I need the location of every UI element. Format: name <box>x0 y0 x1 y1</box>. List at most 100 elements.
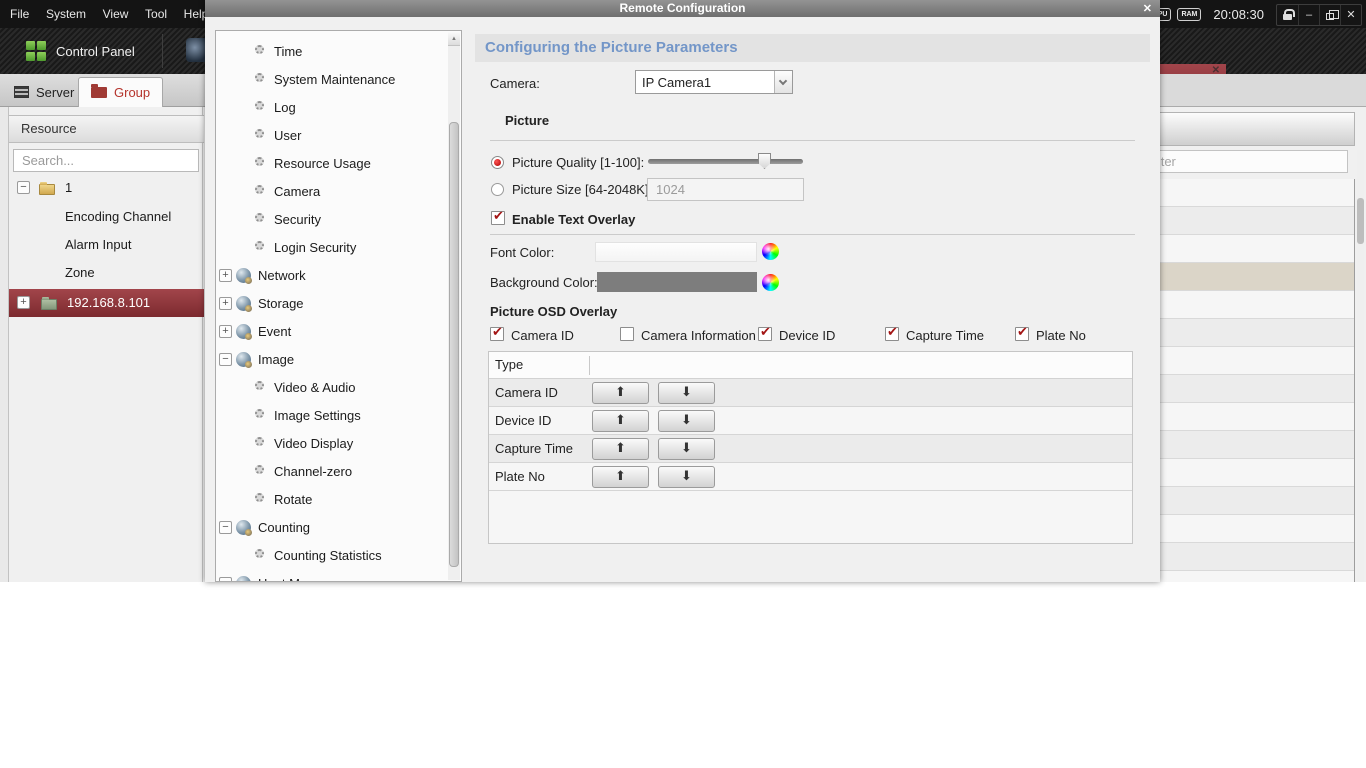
tab-server[interactable]: Server <box>2 77 86 107</box>
list-item[interactable] <box>1140 403 1354 431</box>
tab-group[interactable]: Group <box>78 77 163 107</box>
tree-item-encoding-channel[interactable]: Encoding Channel <box>9 203 204 231</box>
move-down-button[interactable]: ⬇ <box>658 466 715 488</box>
list-item[interactable] <box>1140 291 1354 319</box>
menu-view[interactable]: View <box>103 0 129 21</box>
dialog-tree-item-heat-map[interactable]: −Heat Map <box>216 570 446 582</box>
move-up-button[interactable]: ⬆ <box>592 382 649 404</box>
picture-size-radio[interactable] <box>491 183 504 196</box>
camera-id-checkbox[interactable]: ✔ <box>490 327 504 341</box>
picture-quality-slider[interactable] <box>648 159 803 164</box>
list-item[interactable] <box>1140 235 1354 263</box>
dialog-tree-item-video-audio[interactable]: Video & Audio <box>216 374 446 402</box>
camera-select[interactable]: IP Camera1 <box>635 70 793 94</box>
expand-icon[interactable]: + <box>17 296 30 309</box>
dialog-tree-item-log[interactable]: Log <box>216 94 446 122</box>
collapse-icon[interactable]: − <box>17 181 30 194</box>
dialog-tree-scrollbar-thumb[interactable] <box>449 122 459 567</box>
dialog-tree-item-login-security[interactable]: Login Security <box>216 234 446 262</box>
device-id-checkbox[interactable]: ✔ <box>758 327 772 341</box>
font-color-swatch[interactable] <box>595 242 757 262</box>
control-panel-button[interactable]: Control Panel <box>26 36 135 66</box>
dialog-tree-item-camera[interactable]: Camera <box>216 178 446 206</box>
move-down-button[interactable]: ⬇ <box>658 410 715 432</box>
dialog-tree-item-rotate[interactable]: Rotate <box>216 486 446 514</box>
plate-no-checkbox[interactable]: ✔ <box>1015 327 1029 341</box>
tree-item-device-selected[interactable]: + 192.168.8.101 <box>9 289 204 317</box>
picture-quality-radio[interactable] <box>491 156 504 169</box>
lock-button[interactable] <box>1277 5 1298 25</box>
right-table-column-header[interactable] <box>1140 112 1355 146</box>
background-color-swatch[interactable] <box>597 272 757 292</box>
capture-time-checkbox[interactable]: ✔ <box>885 327 899 341</box>
dialog-tree-item-channel-zero[interactable]: Channel-zero <box>216 458 446 486</box>
list-item[interactable] <box>1140 515 1354 543</box>
tree-item-alarm-input[interactable]: Alarm Input <box>9 231 204 259</box>
right-scrollbar-thumb[interactable] <box>1357 198 1364 244</box>
expand-icon[interactable]: + <box>219 325 232 338</box>
dialog-tree-item-label: System Maintenance <box>274 72 395 87</box>
dialog-tree-item-resource-usage[interactable]: Resource Usage <box>216 150 446 178</box>
tree-item-group[interactable]: − 1 <box>9 174 204 202</box>
column-divider[interactable] <box>589 356 590 375</box>
menu-tool[interactable]: Tool <box>145 0 167 21</box>
close-button[interactable]: ✕ <box>1340 5 1361 25</box>
move-down-button[interactable]: ⬇ <box>658 438 715 460</box>
expand-icon[interactable]: + <box>219 297 232 310</box>
dialog-tree-item-image[interactable]: −Image <box>216 346 446 374</box>
scroll-up-icon[interactable]: ▲ <box>448 32 460 46</box>
right-scrollbar[interactable] <box>1357 150 1364 582</box>
gear-icon <box>255 157 264 166</box>
background-color-picker-icon[interactable] <box>762 274 779 291</box>
picture-size-input[interactable]: 1024 <box>647 178 804 201</box>
move-up-button[interactable]: ⬆ <box>592 438 649 460</box>
dialog-tree-item-counting-statistics[interactable]: Counting Statistics <box>216 542 446 570</box>
move-down-button[interactable]: ⬇ <box>658 382 715 404</box>
tree-item-zone[interactable]: Zone <box>9 259 204 287</box>
dialog-tree-item-image-settings[interactable]: Image Settings <box>216 402 446 430</box>
restore-button[interactable] <box>1319 5 1340 25</box>
dialog-tree-item-time[interactable]: Time <box>216 38 446 66</box>
list-item[interactable] <box>1140 431 1354 459</box>
list-item[interactable] <box>1140 571 1354 582</box>
move-up-button[interactable]: ⬆ <box>592 466 649 488</box>
dialog-tree-item-counting[interactable]: −Counting <box>216 514 446 542</box>
collapse-icon[interactable]: − <box>219 521 232 534</box>
collapse-icon[interactable]: − <box>219 577 232 582</box>
minimize-button[interactable]: – <box>1298 5 1319 25</box>
list-item[interactable] <box>1140 375 1354 403</box>
dialog-tree-scrollbar[interactable]: ▲ <box>448 32 460 580</box>
dialog-tree-item-storage[interactable]: +Storage <box>216 290 446 318</box>
slider-thumb[interactable] <box>758 153 771 169</box>
move-up-button[interactable]: ⬆ <box>592 410 649 432</box>
gear-icon <box>255 549 264 558</box>
expand-icon[interactable]: + <box>219 269 232 282</box>
list-item-selected[interactable] <box>1140 263 1354 291</box>
list-item[interactable] <box>1140 207 1354 235</box>
filter-input[interactable]: Filter <box>1140 150 1348 173</box>
camera-information-checkbox[interactable] <box>620 327 634 341</box>
dialog-close-icon[interactable]: ✕ <box>1143 1 1152 17</box>
combo-dropdown-button[interactable] <box>774 71 792 93</box>
dialog-tree-item-system-maintenance[interactable]: System Maintenance <box>216 66 446 94</box>
list-item[interactable] <box>1140 319 1354 347</box>
search-input[interactable]: Search... <box>13 149 199 172</box>
font-color-picker-icon[interactable] <box>762 243 779 260</box>
list-item[interactable] <box>1140 179 1354 207</box>
menu-system[interactable]: System <box>46 0 86 21</box>
dialog-tree-item-security[interactable]: Security <box>216 206 446 234</box>
dialog-tree-item-label: Network <box>258 268 306 283</box>
osd-section-label: Picture OSD Overlay <box>490 304 617 319</box>
dialog-tree-item-video-display[interactable]: Video Display <box>216 430 446 458</box>
dialog-tree-item-network[interactable]: + Network <box>216 262 446 290</box>
enable-text-overlay-checkbox[interactable]: ✔ <box>491 211 505 225</box>
menu-file[interactable]: File <box>10 0 29 21</box>
list-item[interactable] <box>1140 487 1354 515</box>
dialog-titlebar[interactable]: Remote Configuration ✕ <box>205 0 1160 17</box>
dialog-tree-item-event[interactable]: +Event <box>216 318 446 346</box>
list-item[interactable] <box>1140 459 1354 487</box>
list-item[interactable] <box>1140 347 1354 375</box>
collapse-icon[interactable]: − <box>219 353 232 366</box>
list-item[interactable] <box>1140 543 1354 571</box>
dialog-tree-item-user[interactable]: User <box>216 122 446 150</box>
